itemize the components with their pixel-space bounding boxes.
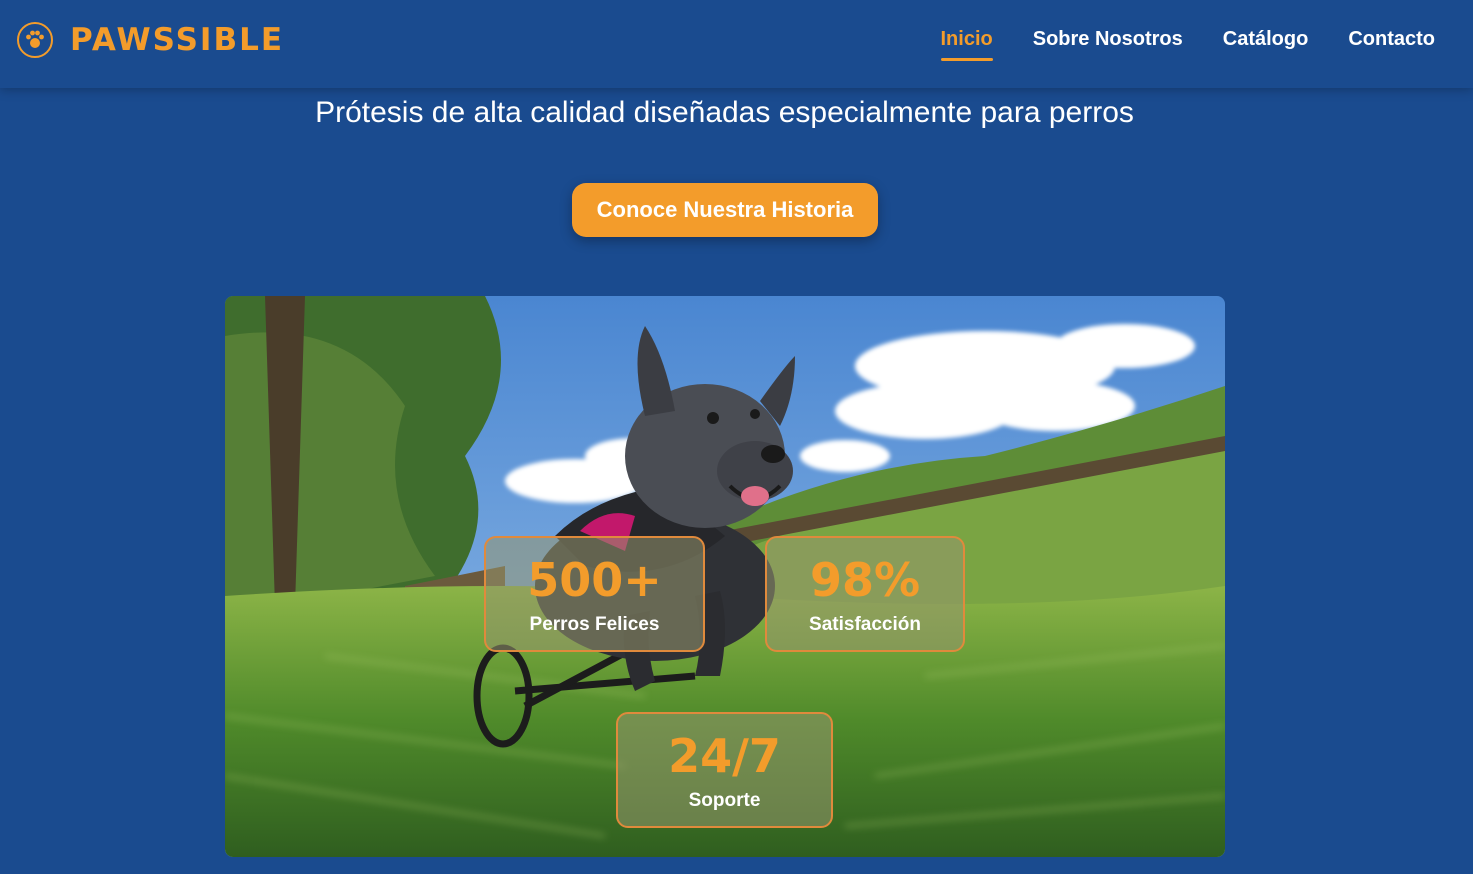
hero-subtitle: Prótesis de alta calidad diseñadas espec…: [315, 96, 1134, 129]
nav-link-inicio[interactable]: Inicio: [940, 28, 993, 61]
stat-card-soporte: 24/7 Soporte: [616, 712, 833, 828]
stat-label: Perros Felices: [529, 614, 660, 635]
navbar: PAWSSIBLE Inicio Sobre Nosotros Catálogo…: [0, 0, 1473, 88]
paw-badge-icon: [17, 22, 53, 58]
stat-card-satisfaccion: 98% Satisfacción: [765, 536, 965, 652]
hero-image: 500+ Perros Felices 98% Satisfacción 24/…: [225, 296, 1225, 857]
cta-button[interactable]: Conoce Nuestra Historia: [572, 183, 878, 237]
stat-value: 24/7: [668, 729, 781, 783]
stat-card-perros: 500+ Perros Felices: [484, 536, 705, 652]
stat-label: Soporte: [688, 790, 761, 811]
brand[interactable]: PAWSSIBLE: [17, 22, 284, 58]
nav-links: Inicio Sobre Nosotros Catálogo Contacto: [901, 28, 1435, 61]
nav-link-contacto[interactable]: Contacto: [1348, 28, 1435, 61]
stat-label: Satisfacción: [809, 614, 921, 635]
stat-value: 500+: [527, 553, 662, 607]
brand-name: PAWSSIBLE: [70, 22, 285, 58]
nav-link-sobre-nosotros[interactable]: Sobre Nosotros: [1033, 28, 1183, 61]
nav-link-catalogo[interactable]: Catálogo: [1223, 28, 1309, 61]
stat-value: 98%: [809, 553, 921, 607]
